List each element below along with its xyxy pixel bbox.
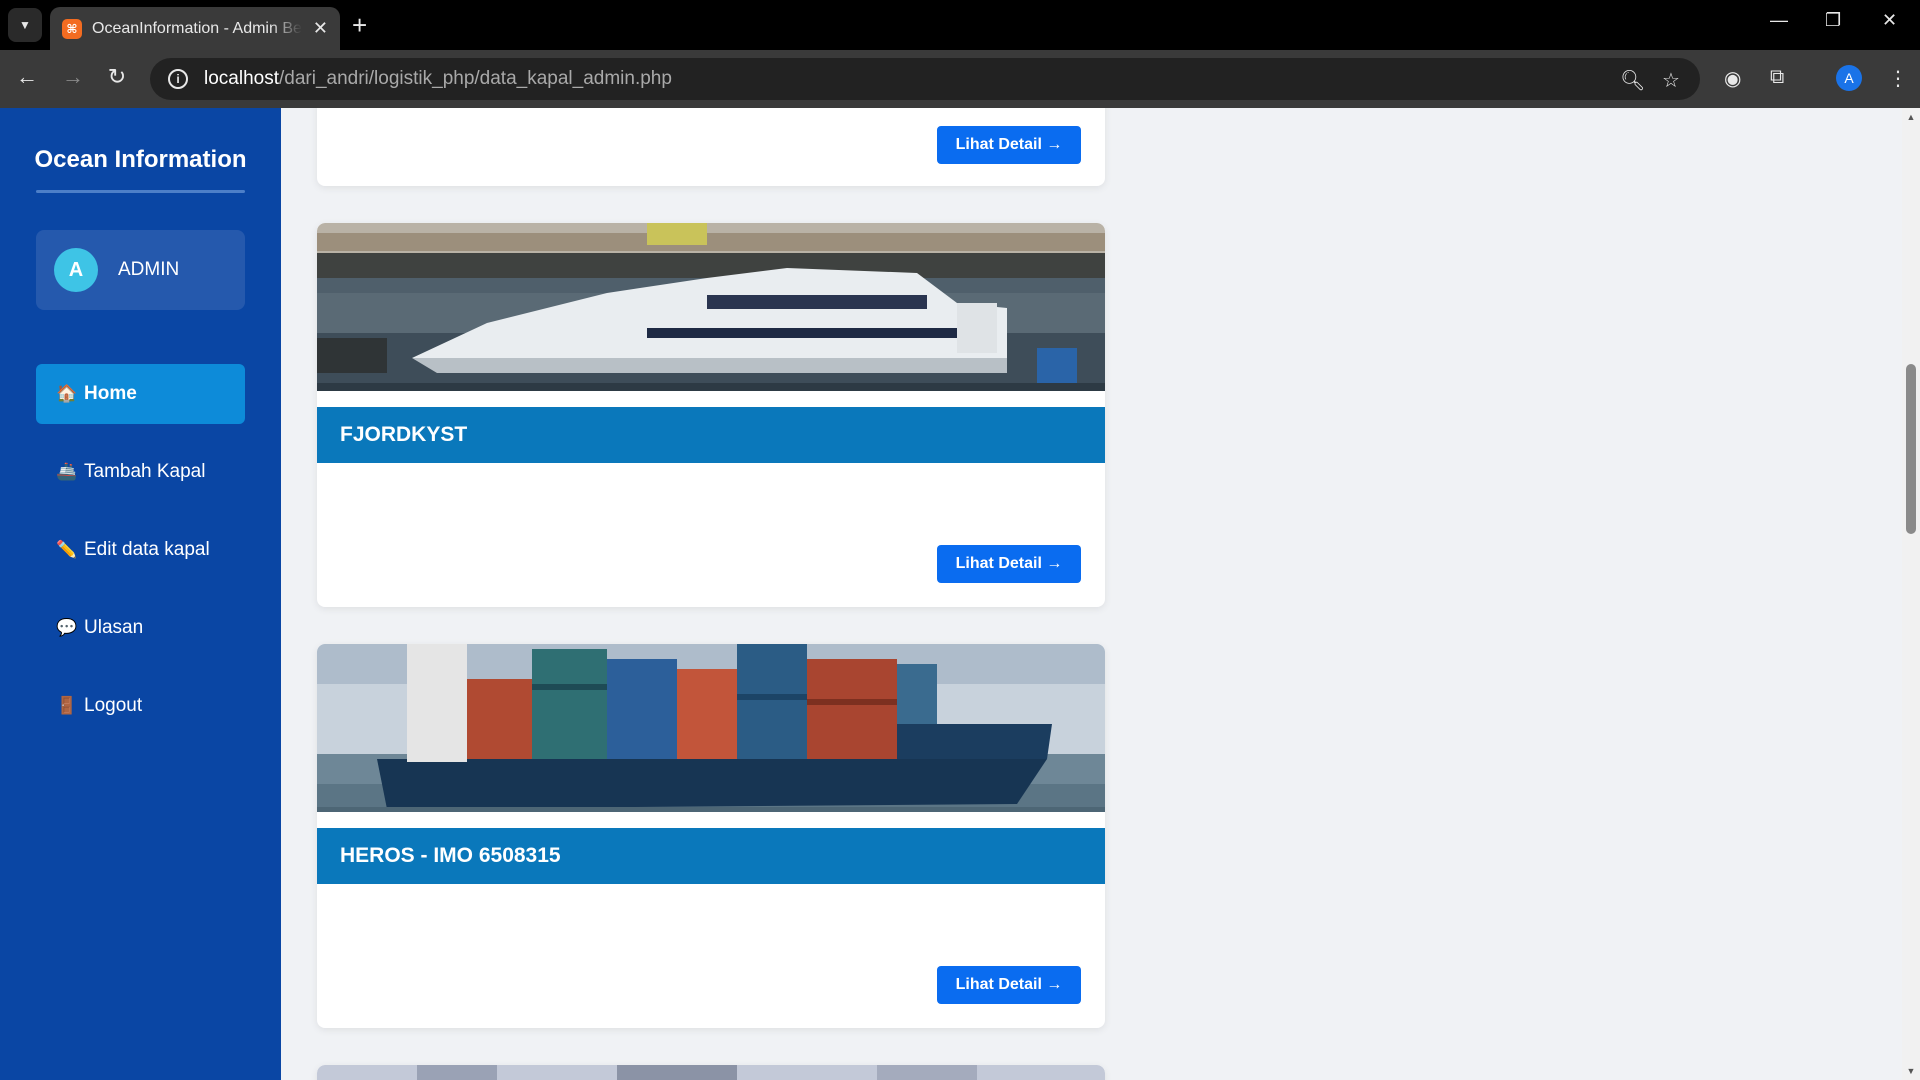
sidebar: Ocean Information A ADMIN 🏠 Home 🚢 Tamba…	[0, 108, 281, 1080]
reload-icon[interactable]: ↻	[102, 64, 132, 90]
browser-tab-bar: ▼ ⌘ OceanInformation - Admin Beranda ✕ +…	[0, 0, 1920, 50]
brand-title: Ocean Information	[34, 146, 247, 173]
ferry-photo	[317, 223, 1105, 391]
ship-name: HEROS - IMO 6508315	[317, 828, 1105, 884]
forward-arrow-icon[interactable]: →	[58, 64, 88, 90]
sidebar-item-tambah-kapal[interactable]: 🚢 Tambah Kapal	[36, 442, 245, 502]
sidebar-item-logout[interactable]: 🚪 Logout	[36, 676, 245, 736]
extension-icon[interactable]: ◉	[1724, 66, 1741, 91]
sidebar-item-label: Home	[84, 383, 137, 404]
tab-search-button[interactable]: ▼	[8, 8, 42, 42]
ship-icon: 🚢	[56, 462, 78, 481]
restore-window-icon[interactable]: ❐	[1825, 10, 1841, 31]
home-icon: 🏠	[56, 384, 78, 403]
scroll-thumb[interactable]	[1906, 364, 1916, 534]
close-window-icon[interactable]: ✕	[1882, 10, 1897, 31]
sidebar-item-label: Logout	[84, 695, 143, 716]
url-path: /dari_andri/logistik_php/data_kapal_admi…	[279, 68, 672, 89]
new-tab-button[interactable]: +	[352, 12, 367, 38]
ship-name: FJORDKYST	[317, 407, 1105, 463]
url-host: localhost	[204, 68, 279, 89]
bookmark-star-icon[interactable]: ☆	[1662, 68, 1680, 93]
sidebar-item-label: Edit data kapal	[84, 539, 210, 560]
browser-tab[interactable]: ⌘ OceanInformation - Admin Beranda ✕	[50, 7, 340, 50]
sidebar-item-home[interactable]: 🏠 Home	[36, 364, 245, 424]
ship-card: Lihat Detail →	[317, 108, 1105, 186]
chevron-down-icon: ▼	[19, 18, 31, 32]
zoom-icon[interactable]: 🔍︎	[1620, 68, 1645, 93]
sidebar-item-label: Ulasan	[84, 617, 144, 638]
sidebar-item-ulasan[interactable]: 💬 Ulasan	[36, 598, 245, 658]
ship-card: FJORDKYST Lihat Detail →	[317, 223, 1105, 607]
brand-divider	[36, 190, 245, 193]
scroll-down-icon[interactable]: ▼	[1906, 1066, 1916, 1076]
pencil-icon: ✏️	[56, 540, 78, 559]
tab-title: OceanInformation - Admin Beranda	[92, 19, 302, 37]
ship-image	[317, 223, 1105, 391]
ship-image	[317, 1065, 1105, 1080]
ship-image	[317, 644, 1105, 812]
lihat-detail-button[interactable]: Lihat Detail →	[937, 966, 1081, 1004]
site-favicon-icon: ⌘	[62, 18, 82, 39]
cargo-ship-photo	[317, 644, 1105, 812]
profile-avatar[interactable]: A	[1836, 65, 1862, 91]
page-scrollbar[interactable]: ▲ ▼	[1902, 108, 1920, 1080]
speech-bubble-icon: 💬	[56, 618, 78, 637]
lihat-detail-button[interactable]: Lihat Detail →	[937, 545, 1081, 583]
browser-menu-icon[interactable]: ⋮	[1888, 66, 1908, 91]
browser-toolbar: ← → ↻ i localhost/dari_andri/logistik_ph…	[0, 50, 1920, 108]
door-icon: 🚪	[56, 696, 78, 715]
scroll-up-icon[interactable]: ▲	[1906, 112, 1916, 122]
close-tab-icon[interactable]: ✕	[313, 18, 328, 39]
ship-card: HEROS - IMO 6508315 Lihat Detail →	[317, 644, 1105, 1028]
minimize-window-icon[interactable]: —	[1770, 10, 1788, 31]
back-arrow-icon[interactable]: ←	[12, 64, 42, 90]
user-card: A ADMIN	[36, 230, 245, 310]
ship-card	[317, 1065, 1105, 1080]
page-viewport: Ocean Information A ADMIN 🏠 Home 🚢 Tamba…	[0, 108, 1920, 1080]
user-name: ADMIN	[118, 259, 180, 280]
address-bar[interactable]: i localhost/dari_andri/logistik_php/data…	[150, 58, 1700, 100]
sidebar-item-label: Tambah Kapal	[84, 461, 206, 482]
lihat-detail-button[interactable]: Lihat Detail →	[937, 126, 1081, 164]
ship-photo	[317, 1065, 1105, 1080]
extensions-puzzle-icon[interactable]: ⧉	[1770, 66, 1784, 89]
avatar: A	[54, 248, 98, 292]
site-info-icon[interactable]: i	[168, 69, 188, 89]
sidebar-item-edit-data-kapal[interactable]: ✏️ Edit data kapal	[36, 520, 245, 580]
